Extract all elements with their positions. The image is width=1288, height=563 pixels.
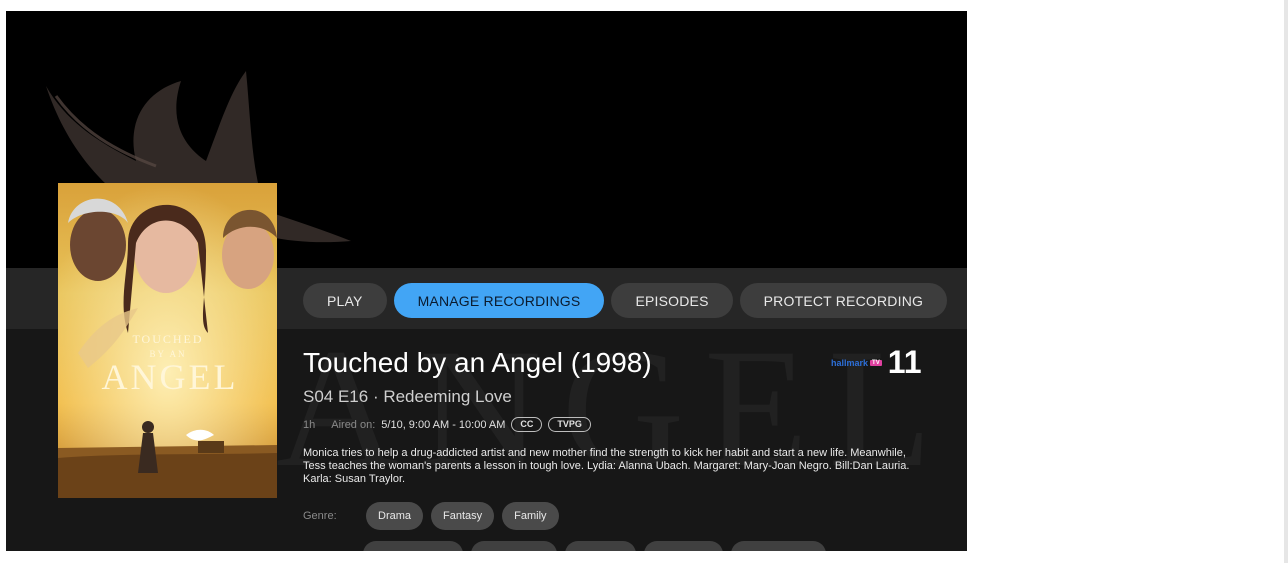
channel-logo-text: hallmark xyxy=(831,357,869,368)
page-scrollbar[interactable] xyxy=(1284,0,1288,563)
protect-recording-button[interactable]: PROTECT RECORDING xyxy=(739,283,948,318)
genre-chip-drama[interactable]: Drama xyxy=(366,502,424,530)
channel-logo: hallmark TV xyxy=(831,358,882,368)
channel-info: hallmark TV 11 xyxy=(831,344,922,381)
program-poster[interactable]: TOUCHED BY AN ANGEL xyxy=(58,183,277,498)
tv-screen: ANGEL TOUCHED BY AN ANGEL PLAY MANAGE RE… xyxy=(6,11,967,551)
manage-recordings-button[interactable]: MANAGE RECORDINGS xyxy=(393,283,605,318)
genre-chip-family[interactable]: Family xyxy=(502,502,559,530)
aired-label: Aired on: xyxy=(331,418,376,431)
svg-text:ANGEL: ANGEL xyxy=(102,357,239,397)
genre-chip-fantasy[interactable]: Fantasy xyxy=(431,502,495,530)
program-title: Touched by an Angel (1998) xyxy=(303,347,652,378)
cast-chip[interactable] xyxy=(363,541,463,551)
aired-time: 5/10, 9:00 AM - 10:00 AM xyxy=(381,418,506,431)
cast-chip[interactable] xyxy=(644,541,723,551)
cast-chip[interactable] xyxy=(471,541,557,551)
cast-chip[interactable] xyxy=(731,541,826,551)
channel-number: 11 xyxy=(887,344,922,380)
rating-badge: TVPG xyxy=(548,417,591,432)
program-meta: 1h Aired on: 5/10, 9:00 AM - 10:00 AM CC… xyxy=(303,417,591,432)
cast-chip-row xyxy=(363,541,826,551)
episode-title: S04 E16 · Redeeming Love xyxy=(303,387,512,406)
action-bar: PLAY MANAGE RECORDINGS EPISODES PROTECT … xyxy=(303,283,948,318)
play-button[interactable]: PLAY xyxy=(303,283,387,318)
genre-label: Genre: xyxy=(303,510,337,522)
duration: 1h xyxy=(303,418,316,431)
cc-badge: CC xyxy=(511,417,543,432)
genre-row: Genre: Drama Fantasy Family xyxy=(303,502,559,530)
channel-logo-badge: TV xyxy=(870,359,882,366)
program-description: Monica tries to help a drug-addicted art… xyxy=(303,447,910,485)
cast-chip[interactable] xyxy=(565,541,636,551)
episodes-button[interactable]: EPISODES xyxy=(611,283,733,318)
svg-text:TOUCHED: TOUCHED xyxy=(132,332,203,346)
